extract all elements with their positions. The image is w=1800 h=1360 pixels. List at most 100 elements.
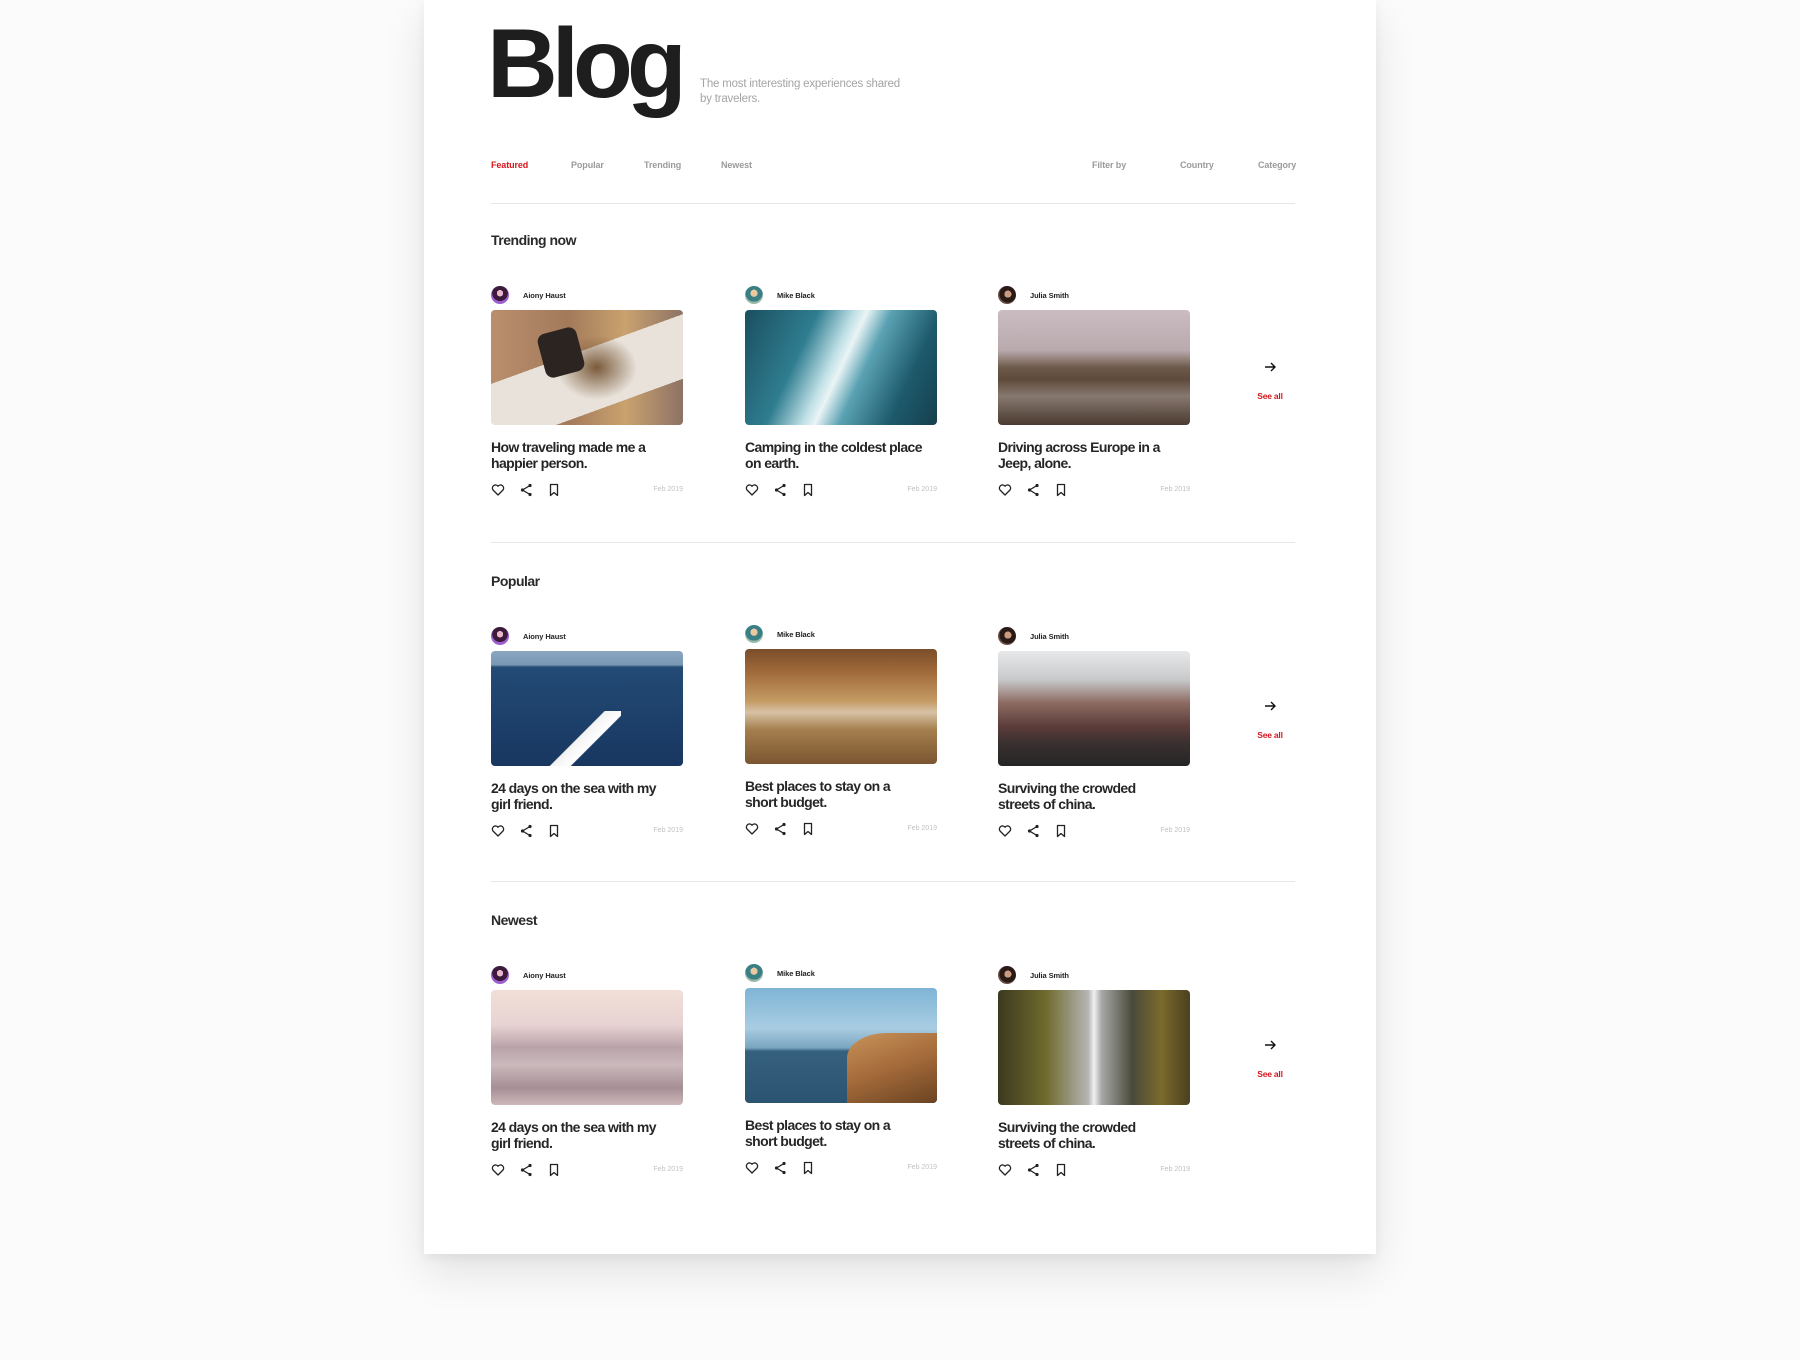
page-subtitle: The most interesting experiences shared … (700, 78, 900, 105)
post-title[interactable]: Surviving the crowded streets of china. (998, 1119, 1178, 1151)
bookmark-icon[interactable] (1054, 824, 1068, 838)
bookmark-icon[interactable] (801, 822, 815, 836)
filter-nav: Featured Popular Trending Newest Filter … (491, 160, 1296, 174)
heart-icon[interactable] (745, 822, 759, 836)
tab-featured[interactable]: Featured (491, 160, 528, 170)
heart-icon[interactable] (745, 1161, 759, 1175)
post-date: Feb 2019 (1160, 1166, 1190, 1173)
author[interactable]: Julia Smith (998, 626, 1190, 646)
see-all-link[interactable]: See all (1250, 1069, 1290, 1079)
post-card: Aiony Haust How traveling made me a happ… (491, 285, 683, 499)
jeep-road-photo[interactable] (998, 310, 1190, 425)
snowy-hills-photo[interactable] (491, 990, 683, 1105)
share-icon[interactable] (519, 1163, 533, 1177)
author-name: Aiony Haust (523, 290, 566, 300)
filter-category[interactable]: Category (1258, 160, 1296, 170)
author[interactable]: Julia Smith (998, 965, 1190, 985)
boat-sea-photo[interactable] (491, 651, 683, 766)
share-icon[interactable] (773, 483, 787, 497)
share-icon[interactable] (1026, 1163, 1040, 1177)
heart-icon[interactable] (998, 1163, 1012, 1177)
post-title[interactable]: Surviving the crowded streets of china. (998, 780, 1178, 812)
share-icon[interactable] (773, 1161, 787, 1175)
heart-icon[interactable] (998, 483, 1012, 497)
bookmark-icon[interactable] (547, 1163, 561, 1177)
share-icon[interactable] (773, 822, 787, 836)
author[interactable]: Aiony Haust (491, 285, 683, 305)
post-date: Feb 2019 (653, 1166, 683, 1173)
avatar (491, 286, 509, 304)
author-name: Aiony Haust (523, 970, 566, 980)
arrow-right-icon[interactable] (1262, 359, 1278, 375)
section-title: Newest (491, 912, 538, 928)
tab-trending[interactable]: Trending (644, 160, 681, 170)
filter-country[interactable]: Country (1180, 160, 1214, 170)
page-title: Blog (487, 8, 687, 118)
waterfall-photo[interactable] (998, 990, 1190, 1105)
post-actions: Feb 2019 (998, 483, 1190, 499)
share-icon[interactable] (1026, 824, 1040, 838)
post-actions: Feb 2019 (491, 1163, 683, 1179)
arrow-right-icon[interactable] (1262, 1037, 1278, 1053)
avatar (998, 627, 1016, 645)
post-card: Mike Black Best places to stay on a shor… (745, 963, 937, 1177)
share-icon[interactable] (519, 824, 533, 838)
woman-on-wall-photo[interactable] (745, 649, 937, 764)
avatar (998, 966, 1016, 984)
post-date: Feb 2019 (1160, 827, 1190, 834)
heart-icon[interactable] (491, 1163, 505, 1177)
author[interactable]: Julia Smith (998, 285, 1190, 305)
share-icon[interactable] (1026, 483, 1040, 497)
heart-icon[interactable] (491, 824, 505, 838)
post-title[interactable]: Camping in the coldest place on earth. (745, 439, 925, 471)
divider (491, 881, 1295, 882)
post-actions: Feb 2019 (998, 1163, 1190, 1179)
bookmark-icon[interactable] (801, 483, 815, 497)
divider (491, 542, 1295, 543)
post-title[interactable]: Driving across Europe in a Jeep, alone. (998, 439, 1178, 471)
post-actions: Feb 2019 (491, 483, 683, 499)
avatar (998, 286, 1016, 304)
section-title: Trending now (491, 232, 577, 248)
lighthouse-cliff-photo[interactable] (745, 988, 937, 1103)
post-card: Aiony Haust 24 days on the sea with my g… (491, 965, 683, 1179)
author-name: Julia Smith (1030, 970, 1069, 980)
post-title[interactable]: 24 days on the sea with my girl friend. (491, 780, 671, 812)
author-name: Mike Black (777, 629, 815, 639)
crowded-street-photo[interactable] (998, 651, 1190, 766)
author[interactable]: Mike Black (745, 624, 937, 644)
post-title[interactable]: Best places to stay on a short budget. (745, 778, 925, 810)
filter-by-label: Filter by (1092, 160, 1127, 170)
arrow-right-icon[interactable] (1262, 698, 1278, 714)
share-icon[interactable] (519, 483, 533, 497)
ice-cave-photo[interactable] (745, 310, 937, 425)
bookmark-icon[interactable] (801, 1161, 815, 1175)
author[interactable]: Aiony Haust (491, 626, 683, 646)
see-all: See all (1250, 1037, 1290, 1079)
divider (491, 203, 1295, 204)
author-name: Mike Black (777, 290, 815, 300)
author[interactable]: Mike Black (745, 285, 937, 305)
avatar (745, 964, 763, 982)
bookmark-icon[interactable] (1054, 1163, 1068, 1177)
post-title[interactable]: 24 days on the sea with my girl friend. (491, 1119, 671, 1151)
post-title[interactable]: Best places to stay on a short budget. (745, 1117, 925, 1149)
woman-sunbathing-photo[interactable] (491, 310, 683, 425)
post-date: Feb 2019 (907, 1164, 937, 1171)
bookmark-icon[interactable] (1054, 483, 1068, 497)
see-all-link[interactable]: See all (1250, 730, 1290, 740)
blog-page: Blog The most interesting experiences sh… (424, 0, 1376, 1254)
tab-newest[interactable]: Newest (721, 160, 752, 170)
author[interactable]: Mike Black (745, 963, 937, 983)
see-all-link[interactable]: See all (1250, 391, 1290, 401)
bookmark-icon[interactable] (547, 483, 561, 497)
heart-icon[interactable] (745, 483, 759, 497)
heart-icon[interactable] (998, 824, 1012, 838)
post-title[interactable]: How traveling made me a happier person. (491, 439, 671, 471)
tab-popular[interactable]: Popular (571, 160, 604, 170)
author-name: Julia Smith (1030, 290, 1069, 300)
author[interactable]: Aiony Haust (491, 965, 683, 985)
heart-icon[interactable] (491, 483, 505, 497)
post-card: Aiony Haust 24 days on the sea with my g… (491, 626, 683, 840)
bookmark-icon[interactable] (547, 824, 561, 838)
